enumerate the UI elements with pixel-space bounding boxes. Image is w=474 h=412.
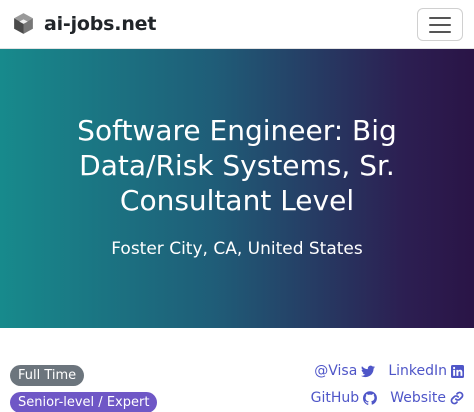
link-icon [450, 391, 464, 405]
brand-name: ai-jobs.net [44, 12, 157, 35]
linkedin-link[interactable]: LinkedIn [388, 363, 464, 379]
job-hero-banner: Software Engineer: Big Data/Risk Systems… [0, 49, 474, 328]
social-links-row: @Visa LinkedIn [314, 363, 464, 379]
hamburger-menu-icon [429, 16, 451, 19]
cube-logo-icon [14, 13, 33, 34]
website-link[interactable]: Website [390, 390, 464, 406]
website-links-row: GitHub Website [311, 390, 464, 406]
job-location: Foster City, CA, United States [111, 239, 363, 259]
linkedin-icon [451, 364, 464, 378]
twitter-link-label: @Visa [314, 363, 358, 379]
brand-link[interactable]: ai-jobs.net [11, 11, 156, 36]
employment-type-badge[interactable]: Full Time [10, 365, 85, 386]
top-navbar: ai-jobs.net [0, 0, 474, 49]
github-icon [363, 391, 378, 405]
job-title: Software Engineer: Big Data/Risk Systems… [77, 114, 397, 217]
menu-toggle-button[interactable] [417, 8, 463, 41]
linkedin-link-label: LinkedIn [388, 363, 447, 379]
github-link-label: GitHub [310, 390, 360, 406]
experience-level-badge[interactable]: Senior-level / Expert [10, 392, 158, 412]
twitter-icon [361, 365, 376, 377]
hamburger-menu-icon [429, 30, 451, 33]
twitter-link[interactable]: @Visa [314, 363, 376, 379]
hamburger-menu-icon [429, 23, 451, 26]
website-link-label: Website [390, 390, 446, 406]
github-link[interactable]: GitHub [311, 390, 378, 406]
